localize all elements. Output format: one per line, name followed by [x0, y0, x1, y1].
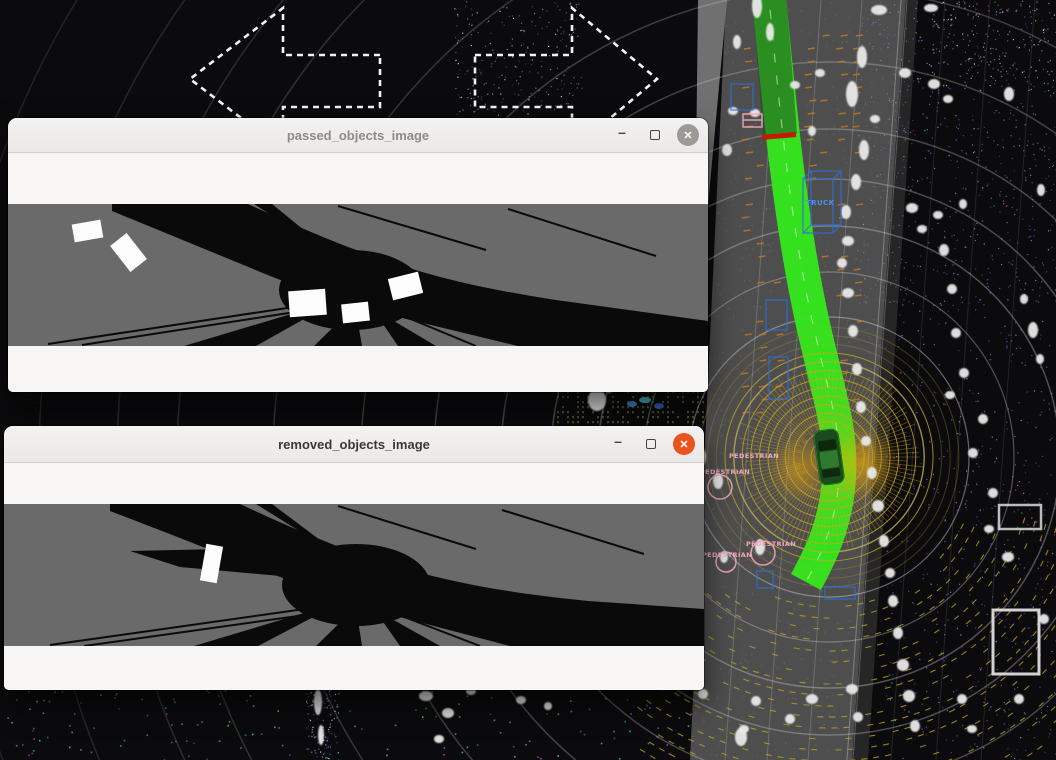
titlebar[interactable]: passed_objects_image – ✕: [8, 118, 708, 153]
window-controls: – ✕: [607, 426, 695, 462]
close-button[interactable]: ✕: [673, 433, 695, 455]
close-icon: ✕: [679, 438, 688, 451]
occupancy-grid-image: [4, 504, 704, 646]
window-removed-objects-image[interactable]: removed_objects_image – ✕: [4, 426, 704, 690]
image-margin-top: [8, 153, 708, 204]
close-button[interactable]: ✕: [677, 124, 699, 146]
maximize-icon: [650, 130, 660, 140]
maximize-button[interactable]: [640, 433, 662, 455]
image-margin-bottom: [4, 646, 704, 690]
detected-object: [388, 272, 423, 301]
detected-object: [200, 544, 223, 583]
minimize-icon: –: [614, 436, 622, 446]
maximize-button[interactable]: [644, 124, 666, 146]
occupancy-grid-image: [8, 204, 708, 346]
close-icon: ✕: [683, 129, 692, 142]
titlebar[interactable]: removed_objects_image – ✕: [4, 426, 704, 463]
detected-object: [72, 220, 104, 243]
window-controls: – ✕: [611, 118, 699, 152]
minimize-button[interactable]: –: [611, 121, 633, 149]
detected-object: [110, 233, 147, 272]
minimize-button[interactable]: –: [607, 430, 629, 458]
maximize-icon: [646, 439, 656, 449]
image-margin-bottom: [8, 346, 708, 392]
minimize-icon: –: [618, 127, 626, 137]
window-passed-objects-image[interactable]: passed_objects_image – ✕: [8, 118, 708, 392]
detected-object: [288, 289, 327, 318]
window-title: removed_objects_image: [278, 437, 430, 452]
image-margin-top: [4, 463, 704, 504]
detected-object: [341, 302, 370, 324]
window-title: passed_objects_image: [287, 128, 429, 143]
